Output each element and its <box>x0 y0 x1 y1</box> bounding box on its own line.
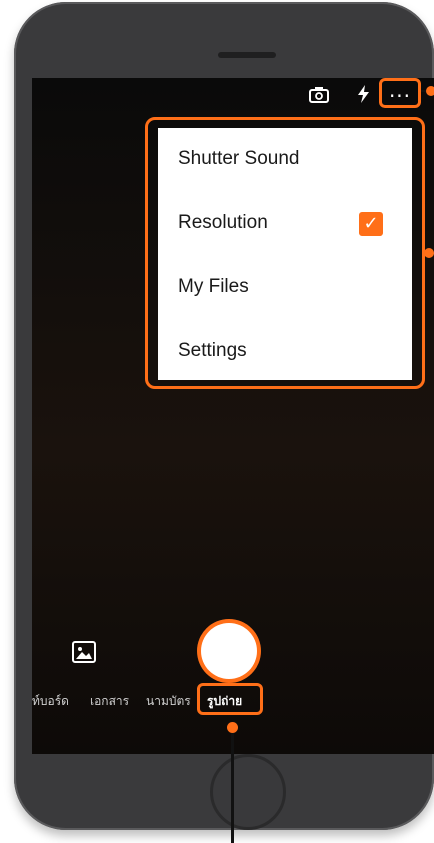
resolution-checkbox[interactable]: ✓ <box>359 212 383 236</box>
mode-document[interactable]: เอกสาร <box>90 692 129 711</box>
menu-item-resolution[interactable]: Resolution <box>178 212 268 234</box>
callout-dot-menu <box>424 248 434 258</box>
options-menu: Shutter Sound Resolution My Files Settin… <box>158 128 412 380</box>
mode-business-card[interactable]: นามบัตร <box>146 692 191 711</box>
gallery-icon[interactable] <box>72 641 96 663</box>
shutter-button[interactable] <box>201 623 257 679</box>
callout-dot-bottom <box>227 722 238 733</box>
mode-whiteboard[interactable]: ท์บอร์ด <box>32 692 69 711</box>
menu-item-my-files[interactable]: My Files <box>178 276 249 298</box>
mode-photo[interactable]: รูปถ่าย <box>207 692 242 711</box>
camera-switch-icon[interactable] <box>308 86 330 104</box>
speaker-grille <box>218 52 276 58</box>
more-options-button[interactable]: ... <box>379 78 421 108</box>
callout-line-bottom <box>231 728 234 843</box>
more-options-label: ... <box>388 78 412 102</box>
flash-auto-icon[interactable] <box>357 85 371 107</box>
menu-item-settings[interactable]: Settings <box>178 340 247 362</box>
callout-dot-top <box>426 86 434 96</box>
menu-item-shutter-sound[interactable]: Shutter Sound <box>178 148 299 170</box>
home-button[interactable] <box>210 754 286 830</box>
